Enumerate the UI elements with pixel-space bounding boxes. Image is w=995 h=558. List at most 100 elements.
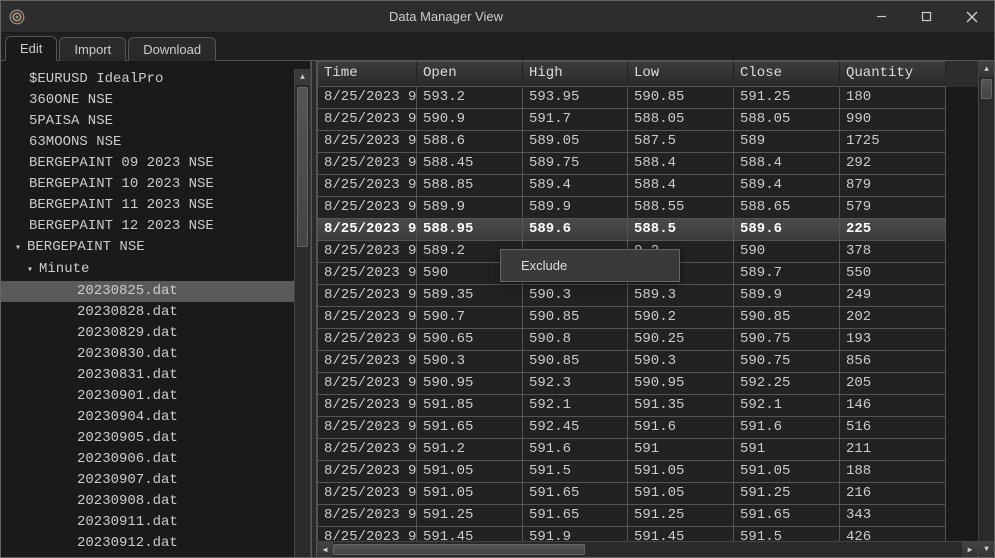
table-row[interactable]: 8/25/2023 9591.45591.9591.45591.5426 [317, 527, 978, 541]
tab-import[interactable]: Import [59, 37, 126, 61]
tree-item[interactable]: 20230829.dat [1, 323, 294, 344]
scroll-thumb-h[interactable] [333, 544, 585, 555]
cell-quantity: 426 [840, 527, 946, 541]
cell-low: 591.05 [628, 461, 734, 483]
table-row[interactable]: 8/25/2023 9591.65592.45591.6591.6516 [317, 417, 978, 439]
cell-open: 591.2 [417, 439, 523, 461]
tree-item[interactable]: 20230907.dat [1, 470, 294, 491]
table-scrollbar-horizontal[interactable]: ◀ ▶ [317, 541, 978, 557]
table-row[interactable]: 8/25/2023 9590.3590.85590.3590.75856 [317, 351, 978, 373]
tree-item[interactable]: 5PAISA NSE [1, 111, 294, 132]
tree-item-label: 20230828.dat [77, 304, 178, 320]
tree-item[interactable]: 20230828.dat [1, 302, 294, 323]
table-header: Time Open High Low Close Quantity [317, 61, 978, 87]
scroll-thumb-v[interactable] [981, 79, 992, 99]
table-row[interactable]: 8/25/2023 9588.95589.6588.5589.6225 [317, 219, 978, 241]
titlebar[interactable]: Data Manager View [1, 1, 994, 33]
maximize-button[interactable] [904, 1, 949, 33]
cell-low: 588.55 [628, 197, 734, 219]
close-button[interactable] [949, 1, 994, 33]
cell-low: 588.05 [628, 109, 734, 131]
tree-item[interactable]: 20230911.dat [1, 512, 294, 533]
tree-item[interactable]: 63MOONS NSE [1, 132, 294, 153]
cell-close: 589 [734, 131, 840, 153]
column-header-close[interactable]: Close [734, 61, 840, 87]
table-row[interactable]: 8/25/2023 9588.85589.4588.4589.4879 [317, 175, 978, 197]
minimize-button[interactable] [859, 1, 904, 33]
cell-close: 591.65 [734, 505, 840, 527]
column-header-low[interactable]: Low [628, 61, 734, 87]
table-row[interactable]: 8/25/2023 9590.9591.7588.05588.05990 [317, 109, 978, 131]
tree-item[interactable]: 20230825.dat [1, 281, 294, 302]
table-scrollbar-vertical[interactable]: ▲ ▼ [978, 61, 994, 557]
table-row[interactable]: 8/25/2023 9588.6589.05587.55891725 [317, 131, 978, 153]
table-row[interactable]: 8/25/2023 9589.35590.3589.3589.9249 [317, 285, 978, 307]
cell-high: 593.95 [523, 87, 628, 109]
cell-low: 590.3 [628, 351, 734, 373]
table-row[interactable]: 8/25/2023 9589.9589.9588.55588.65579 [317, 197, 978, 219]
tree-item[interactable]: 20230908.dat [1, 491, 294, 512]
tab-download[interactable]: Download [128, 37, 216, 61]
tree-item[interactable]: 20230904.dat [1, 407, 294, 428]
cell-time: 8/25/2023 9 [317, 505, 417, 527]
cell-low: 589.3 [628, 285, 734, 307]
tree-item[interactable]: 20230906.dat [1, 449, 294, 470]
context-exclude[interactable]: Exclude [501, 254, 679, 277]
cell-open: 590.7 [417, 307, 523, 329]
tree-scrollbar[interactable]: ▲ [294, 69, 310, 557]
cell-high: 592.45 [523, 417, 628, 439]
tab-edit[interactable]: Edit [5, 36, 57, 61]
cell-high: 589.6 [523, 219, 628, 241]
tree-item[interactable]: $EURUSD IdealPro [1, 69, 294, 90]
scroll-up-icon[interactable]: ▲ [295, 69, 310, 85]
tree-item[interactable]: BERGEPAINT 09 2023 NSE [1, 153, 294, 174]
tree-item[interactable]: 20230912.dat [1, 533, 294, 554]
column-header-high[interactable]: High [523, 61, 628, 87]
table-row[interactable]: 8/25/2023 9591.85592.1591.35592.1146 [317, 395, 978, 417]
table-row[interactable]: 8/25/2023 9591.05591.65591.05591.25216 [317, 483, 978, 505]
table-row[interactable]: 8/25/2023 9588.45589.75588.4588.4292 [317, 153, 978, 175]
cell-quantity: 856 [840, 351, 946, 373]
column-header-open[interactable]: Open [417, 61, 523, 87]
tree-item[interactable]: 20230831.dat [1, 365, 294, 386]
cell-open: 590.3 [417, 351, 523, 373]
scroll-down-icon[interactable]: ▼ [979, 541, 994, 557]
table-row[interactable]: 8/25/2023 9590.95592.3590.95592.25205 [317, 373, 978, 395]
tree-item-label: 20230906.dat [77, 451, 178, 467]
scroll-up-icon[interactable]: ▲ [979, 61, 994, 77]
tree-item[interactable]: BERGEPAINT 10 2023 NSE [1, 174, 294, 195]
table-row[interactable]: 8/25/2023 9590.7590.85590.2590.85202 [317, 307, 978, 329]
tree-item[interactable]: 20230901.dat [1, 386, 294, 407]
scroll-left-icon[interactable]: ◀ [317, 542, 333, 557]
tree-item[interactable]: BERGEPAINT 11 2023 NSE [1, 195, 294, 216]
cell-time: 8/25/2023 9 [317, 439, 417, 461]
cell-low: 591 [628, 439, 734, 461]
cell-open: 591.45 [417, 527, 523, 541]
table-row[interactable]: 8/25/2023 9591.25591.65591.25591.65343 [317, 505, 978, 527]
table-row[interactable]: 8/25/2023 9590.65590.8590.25590.75193 [317, 329, 978, 351]
tree-item[interactable]: 20230913.dat [1, 554, 294, 557]
cell-open: 591.05 [417, 461, 523, 483]
table-row[interactable]: 8/25/2023 9591.2591.6591591211 [317, 439, 978, 461]
table-row[interactable]: 8/25/2023 9591.05591.5591.05591.05188 [317, 461, 978, 483]
cell-quantity: 579 [840, 197, 946, 219]
column-header-time[interactable]: Time [317, 61, 417, 87]
table-row[interactable]: 8/25/2023 9593.2593.95590.85591.25180 [317, 87, 978, 109]
tree-item[interactable]: 360ONE NSE [1, 90, 294, 111]
scroll-thumb[interactable] [297, 87, 308, 247]
app-icon [1, 1, 33, 33]
scroll-right-icon[interactable]: ▶ [962, 542, 978, 557]
tree-item[interactable]: BERGEPAINT NSE [1, 237, 294, 259]
column-header-quantity[interactable]: Quantity [840, 61, 946, 87]
cell-time: 8/25/2023 9 [317, 461, 417, 483]
cell-time: 8/25/2023 9 [317, 131, 417, 153]
cell-time: 8/25/2023 9 [317, 395, 417, 417]
tree-item[interactable]: Minute [1, 259, 294, 281]
tree-item[interactable]: 20230905.dat [1, 428, 294, 449]
tree-item[interactable]: BERGEPAINT 12 2023 NSE [1, 216, 294, 237]
cell-open: 591.25 [417, 505, 523, 527]
tree-item[interactable]: 20230830.dat [1, 344, 294, 365]
cell-open: 589.9 [417, 197, 523, 219]
tree-item-label: 20230905.dat [77, 430, 178, 446]
cell-quantity: 1725 [840, 131, 946, 153]
